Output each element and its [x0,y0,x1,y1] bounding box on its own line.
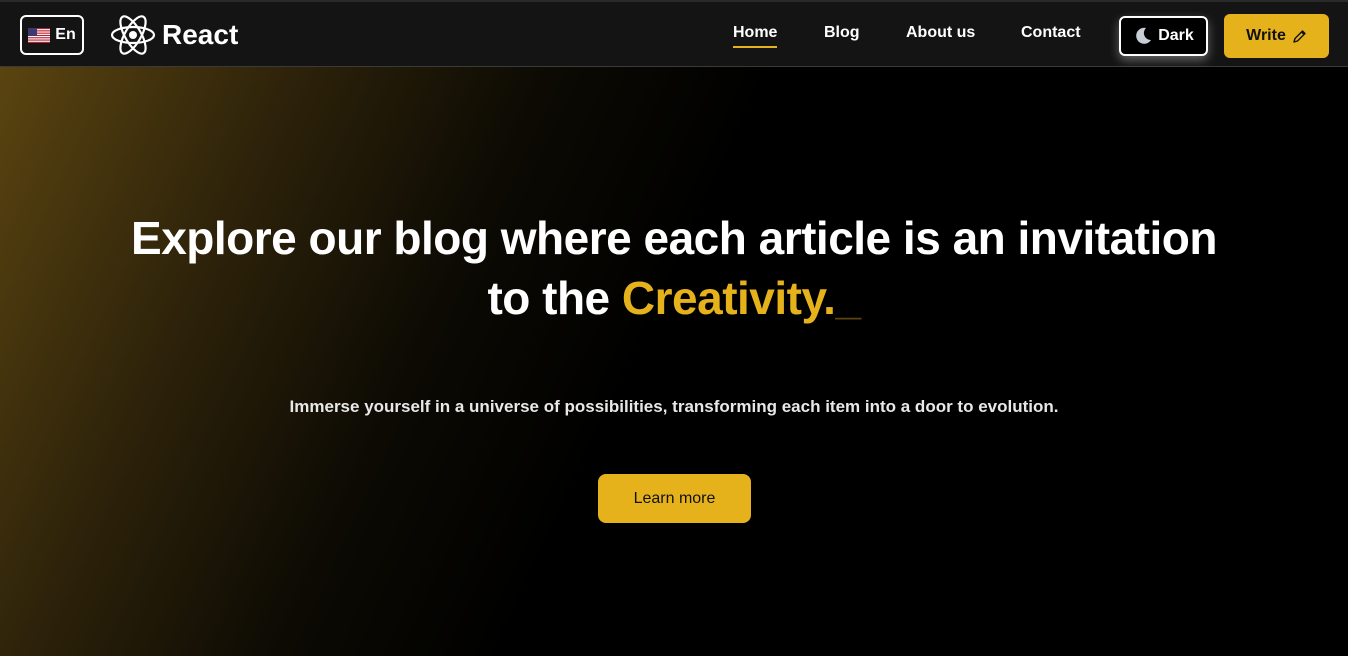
write-button[interactable]: Write [1224,14,1329,58]
learn-more-button[interactable]: Learn more [598,474,751,523]
nav-link-about-us[interactable]: About us [906,24,975,42]
hero-section [0,67,1348,656]
dark-mode-label: Dark [1158,27,1194,44]
pencil-icon [1293,29,1306,43]
react-atom-icon [110,15,156,55]
brand-name: React [162,19,239,50]
typing-cursor: _ [835,272,861,324]
navbar: En React Home Blog About us Contact Dark… [0,0,1348,67]
language-selector-button[interactable]: En [20,15,84,55]
language-label: En [55,26,76,43]
nav-link-blog[interactable]: Blog [824,24,860,42]
us-flag-icon [28,27,51,43]
hero-headline-line1: Explore our blog where each article is a… [131,212,1217,264]
hero-subtitle: Immerse yourself in a universe of possib… [289,397,1059,416]
hero-headline-line2: to the Creativity._ [0,268,1348,328]
write-label: Write [1246,27,1286,44]
hero-headline-prefix: to the [487,272,610,324]
learn-more-label: Learn more [633,489,716,507]
moon-icon [1136,27,1152,44]
nav-link-home[interactable]: Home [733,24,778,48]
dark-mode-toggle-button[interactable]: Dark [1119,16,1208,56]
nav-link-contact[interactable]: Contact [1021,24,1081,42]
hero-headline-highlight: Creativity. [621,272,836,324]
hero-headline: Explore our blog where each article is a… [0,208,1348,328]
brand-logo-link[interactable]: React [110,12,238,58]
